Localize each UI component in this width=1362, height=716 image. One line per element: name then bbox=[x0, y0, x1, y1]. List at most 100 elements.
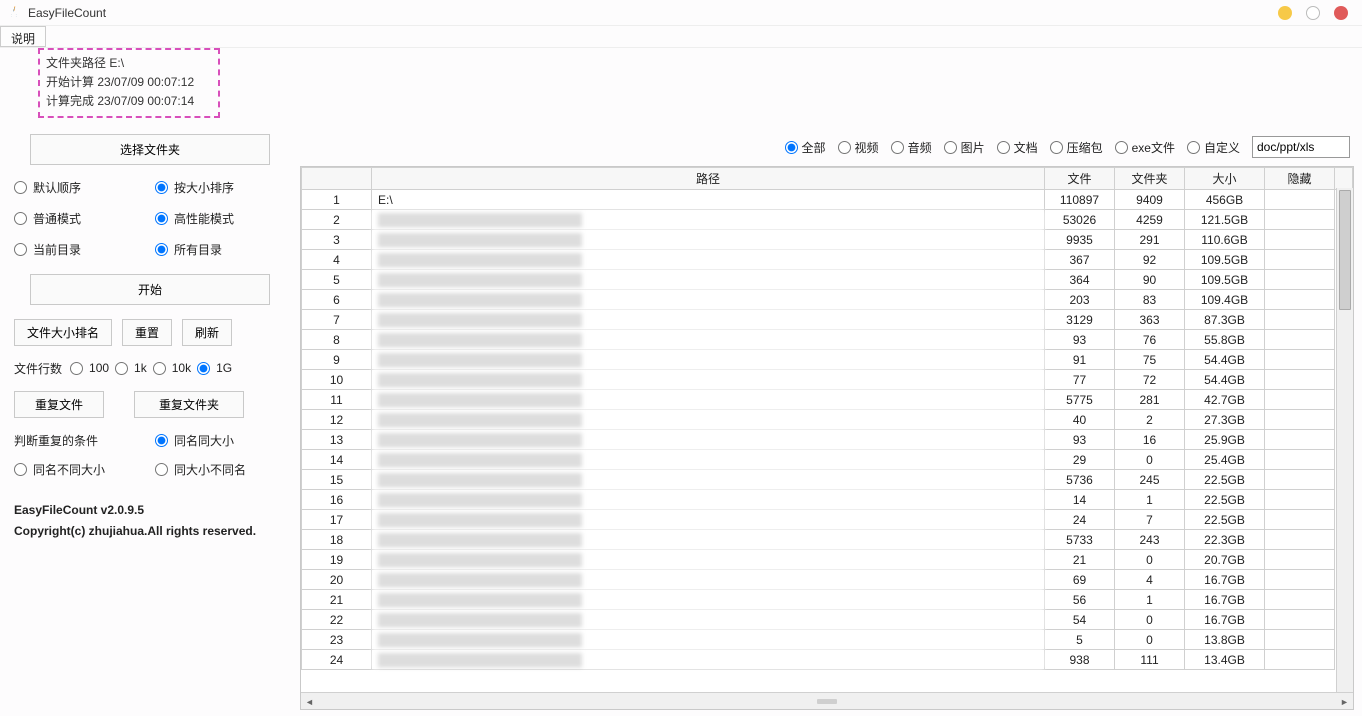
cell-files: 5736 bbox=[1045, 470, 1115, 490]
cell-hidden bbox=[1265, 330, 1335, 350]
filter-video-radio[interactable]: 视频 bbox=[838, 139, 879, 156]
scroll-right-icon[interactable]: ► bbox=[1336, 693, 1353, 710]
table-row[interactable]: 21████████████████████████56116.7GB bbox=[302, 590, 1353, 610]
table-row[interactable]: 2████████████████████████530264259121.5G… bbox=[302, 210, 1353, 230]
dup-folder-button[interactable]: 重复文件夹 bbox=[134, 391, 244, 418]
info-box: 文件夹路径 E:\ 开始计算 23/07/09 00:07:12 计算完成 23… bbox=[38, 48, 220, 118]
cell-files: 110897 bbox=[1045, 190, 1115, 210]
cell-hidden bbox=[1265, 290, 1335, 310]
filter-all-radio[interactable]: 全部 bbox=[785, 139, 826, 156]
table-row[interactable]: 18████████████████████████573324322.3GB bbox=[302, 530, 1353, 550]
rows-1k-radio[interactable]: 1k bbox=[115, 361, 147, 375]
menu-help[interactable]: 说明 bbox=[0, 26, 46, 47]
filter-doc-radio[interactable]: 文档 bbox=[997, 139, 1038, 156]
cell-idx: 14 bbox=[302, 450, 372, 470]
cell-path: ████████████████████████ bbox=[372, 450, 1045, 470]
maximize-button[interactable] bbox=[1306, 6, 1320, 20]
table-row[interactable]: 17████████████████████████24722.5GB bbox=[302, 510, 1353, 530]
result-table: 路径 文件 文件夹 大小 隐藏 1E:\1108979409456GB2████… bbox=[300, 166, 1354, 710]
dup-file-button[interactable]: 重复文件 bbox=[14, 391, 104, 418]
file-size-rank-button[interactable]: 文件大小排名 bbox=[14, 319, 112, 346]
sort-default-radio[interactable]: 默认顺序 bbox=[14, 179, 145, 196]
sort-size-radio[interactable]: 按大小排序 bbox=[155, 179, 286, 196]
table-row[interactable]: 22████████████████████████54016.7GB bbox=[302, 610, 1353, 630]
cell-folders: 4259 bbox=[1115, 210, 1185, 230]
table-row[interactable]: 19████████████████████████21020.7GB bbox=[302, 550, 1353, 570]
col-path[interactable]: 路径 bbox=[372, 168, 1045, 190]
minimize-button[interactable] bbox=[1278, 6, 1292, 20]
table-row[interactable]: 23████████████████████████5013.8GB bbox=[302, 630, 1353, 650]
vertical-scrollbar[interactable] bbox=[1336, 188, 1353, 692]
cell-files: 40 bbox=[1045, 410, 1115, 430]
rows-1g-radio[interactable]: 1G bbox=[197, 361, 232, 375]
cell-folders: 1 bbox=[1115, 590, 1185, 610]
table-row[interactable]: 10████████████████████████777254.4GB bbox=[302, 370, 1353, 390]
cell-folders: 92 bbox=[1115, 250, 1185, 270]
start-button[interactable]: 开始 bbox=[30, 274, 270, 305]
cell-size: 22.5GB bbox=[1185, 510, 1265, 530]
filter-exe-radio[interactable]: exe文件 bbox=[1115, 139, 1175, 156]
filter-audio-radio[interactable]: 音频 bbox=[891, 139, 932, 156]
horizontal-scrollbar[interactable]: ◄ ► bbox=[301, 692, 1353, 709]
filter-archive-radio[interactable]: 压缩包 bbox=[1050, 139, 1103, 156]
refresh-button[interactable]: 刷新 bbox=[182, 319, 232, 346]
rows-label: 文件行数 bbox=[14, 360, 62, 377]
table-row[interactable]: 14████████████████████████29025.4GB bbox=[302, 450, 1353, 470]
table-row[interactable]: 7████████████████████████312936387.3GB bbox=[302, 310, 1353, 330]
cell-files: 93 bbox=[1045, 430, 1115, 450]
cell-files: 69 bbox=[1045, 570, 1115, 590]
scroll-left-icon[interactable]: ◄ bbox=[301, 693, 318, 710]
rows-100-radio[interactable]: 100 bbox=[70, 361, 109, 375]
reset-button[interactable]: 重置 bbox=[122, 319, 172, 346]
cell-idx: 13 bbox=[302, 430, 372, 450]
choose-folder-button[interactable]: 选择文件夹 bbox=[30, 134, 270, 165]
table-row[interactable]: 9████████████████████████917554.4GB bbox=[302, 350, 1353, 370]
cell-hidden bbox=[1265, 370, 1335, 390]
cell-size: 110.6GB bbox=[1185, 230, 1265, 250]
table-row[interactable]: 5████████████████████████36490109.5GB bbox=[302, 270, 1353, 290]
table-row[interactable]: 4████████████████████████36792109.5GB bbox=[302, 250, 1353, 270]
table-row[interactable]: 20████████████████████████69416.7GB bbox=[302, 570, 1353, 590]
col-size[interactable]: 大小 bbox=[1185, 168, 1265, 190]
table-row[interactable]: 8████████████████████████937655.8GB bbox=[302, 330, 1353, 350]
dup-cond-name-size-radio[interactable]: 同名同大小 bbox=[155, 432, 286, 449]
cell-size: 55.8GB bbox=[1185, 330, 1265, 350]
cell-idx: 24 bbox=[302, 650, 372, 670]
table-row[interactable]: 11████████████████████████577528142.7GB bbox=[302, 390, 1353, 410]
filter-image-radio[interactable]: 图片 bbox=[944, 139, 985, 156]
cell-size: 22.5GB bbox=[1185, 490, 1265, 510]
cell-size: 109.5GB bbox=[1185, 270, 1265, 290]
cell-hidden bbox=[1265, 310, 1335, 330]
mode-normal-radio[interactable]: 普通模式 bbox=[14, 210, 145, 227]
cell-idx: 3 bbox=[302, 230, 372, 250]
table-row[interactable]: 15████████████████████████573624522.5GB bbox=[302, 470, 1353, 490]
cell-size: 456GB bbox=[1185, 190, 1265, 210]
cell-folders: 1 bbox=[1115, 490, 1185, 510]
table-row[interactable]: 13████████████████████████931625.9GB bbox=[302, 430, 1353, 450]
col-files[interactable]: 文件 bbox=[1045, 168, 1115, 190]
info-start-value: 23/07/09 00:07:12 bbox=[97, 75, 194, 89]
scope-current-radio[interactable]: 当前目录 bbox=[14, 241, 145, 258]
close-button[interactable] bbox=[1334, 6, 1348, 20]
cell-path: ████████████████████████ bbox=[372, 650, 1045, 670]
filter-custom-input[interactable] bbox=[1252, 136, 1350, 158]
col-idx[interactable] bbox=[302, 168, 372, 190]
table-row[interactable]: 16████████████████████████14122.5GB bbox=[302, 490, 1353, 510]
table-row[interactable]: 12████████████████████████40227.3GB bbox=[302, 410, 1353, 430]
table-row[interactable]: 6████████████████████████20383109.4GB bbox=[302, 290, 1353, 310]
left-pane: 文件夹路径 E:\ 开始计算 23/07/09 00:07:12 计算完成 23… bbox=[0, 48, 300, 716]
col-folders[interactable]: 文件夹 bbox=[1115, 168, 1185, 190]
mode-high-radio[interactable]: 高性能模式 bbox=[155, 210, 286, 227]
dup-cond-size-noname-radio[interactable]: 同大小不同名 bbox=[155, 461, 286, 478]
filter-custom-radio[interactable]: 自定义 bbox=[1187, 139, 1240, 156]
cell-path: ████████████████████████ bbox=[372, 570, 1045, 590]
cell-idx: 1 bbox=[302, 190, 372, 210]
cell-files: 24 bbox=[1045, 510, 1115, 530]
rows-10k-radio[interactable]: 10k bbox=[153, 361, 191, 375]
table-row[interactable]: 1E:\1108979409456GB bbox=[302, 190, 1353, 210]
dup-cond-name-nosize-radio[interactable]: 同名不同大小 bbox=[14, 461, 145, 478]
table-row[interactable]: 24████████████████████████93811113.4GB bbox=[302, 650, 1353, 670]
table-row[interactable]: 3████████████████████████9935291110.6GB bbox=[302, 230, 1353, 250]
col-hidden[interactable]: 隐藏 bbox=[1265, 168, 1335, 190]
scope-all-radio[interactable]: 所有目录 bbox=[155, 241, 286, 258]
